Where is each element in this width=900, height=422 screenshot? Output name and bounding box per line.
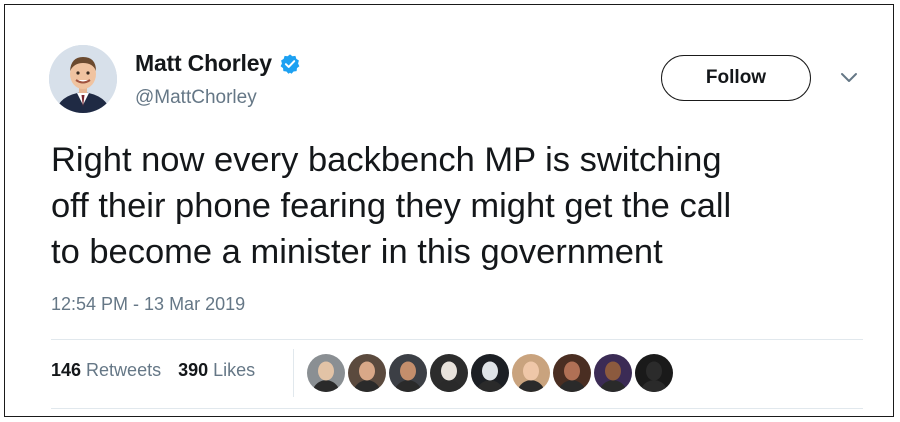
profile-photo-icon <box>49 45 117 113</box>
retweets-label: Retweets <box>86 360 162 380</box>
user-avatar-icon <box>471 354 509 392</box>
likes-label: Likes <box>213 360 256 380</box>
tweet-text: Right now every backbench MP is switchin… <box>51 137 871 275</box>
user-avatar-icon <box>389 354 427 392</box>
chevron-down-icon[interactable] <box>839 71 859 85</box>
likes-stat[interactable]: 390 Likes <box>178 360 255 381</box>
stats-separator <box>293 349 294 397</box>
liker-avatar-1[interactable] <box>307 354 345 392</box>
liker-avatars <box>307 354 676 392</box>
tweet-text-line: to become a minister in this government <box>51 233 663 271</box>
user-avatar-icon <box>348 354 386 392</box>
retweets-stat[interactable]: 146 Retweets <box>51 360 161 381</box>
follow-button[interactable]: Follow <box>661 55 811 101</box>
user-avatar-icon <box>307 354 345 392</box>
user-avatar-icon <box>430 354 468 392</box>
user-avatar-icon <box>553 354 591 392</box>
liker-avatar-6[interactable] <box>512 354 550 392</box>
liker-avatar-2[interactable] <box>348 354 386 392</box>
user-avatar-icon <box>635 354 673 392</box>
liker-avatar-4[interactable] <box>430 354 468 392</box>
user-avatar-icon <box>512 354 550 392</box>
liker-avatar-9[interactable] <box>635 354 673 392</box>
divider <box>51 339 863 340</box>
user-avatar-icon <box>594 354 632 392</box>
liker-avatar-8[interactable] <box>594 354 632 392</box>
tweet-text-line: off their phone fearing they might get t… <box>51 187 732 225</box>
liker-avatar-3[interactable] <box>389 354 427 392</box>
tweet-text-line: Right now every backbench MP is switchin… <box>51 141 722 179</box>
tweet-card: Matt Chorley @MattChorley Follow Right n… <box>4 4 894 417</box>
verified-badge-icon <box>280 53 300 74</box>
author-name-row: Matt Chorley <box>135 50 301 77</box>
author-handle[interactable]: @MattChorley <box>135 87 257 109</box>
retweets-count: 146 <box>51 360 82 380</box>
tweet-stats: 146 Retweets 390 Likes <box>51 360 255 381</box>
author-name[interactable]: Matt Chorley <box>135 50 272 77</box>
tweet-timestamp[interactable]: 12:54 PM - 13 Mar 2019 <box>51 294 245 315</box>
liker-avatar-7[interactable] <box>553 354 591 392</box>
author-avatar[interactable] <box>49 45 117 113</box>
divider <box>51 408 863 409</box>
liker-avatar-5[interactable] <box>471 354 509 392</box>
likes-count: 390 <box>178 360 209 380</box>
